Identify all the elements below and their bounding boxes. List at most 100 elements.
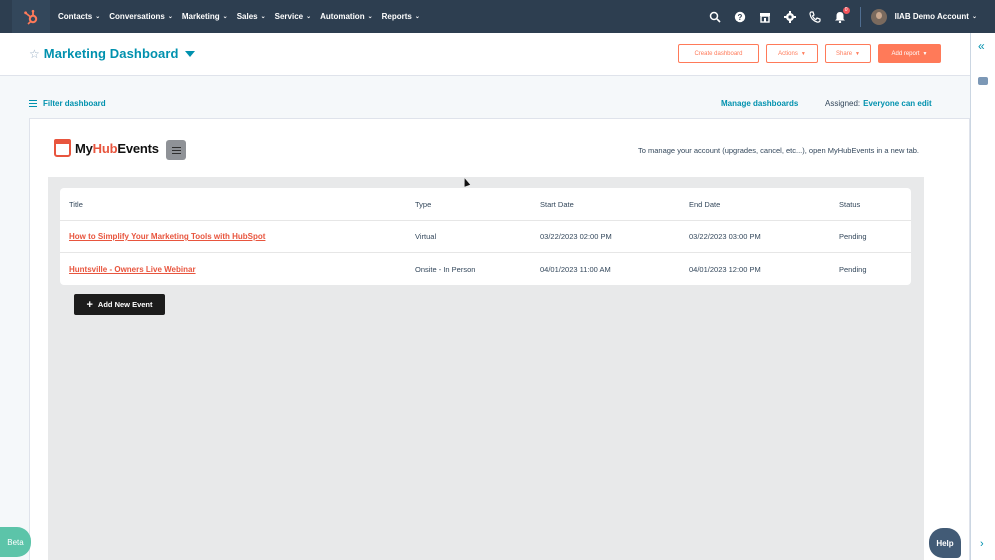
actions-label: Actions bbox=[778, 50, 798, 57]
events-table: Title Type Start Date End Date Status Ho… bbox=[60, 188, 911, 285]
event-status-cell: Pending bbox=[839, 264, 867, 274]
logo-hub: Hub bbox=[92, 140, 118, 156]
beta-button[interactable]: Beta bbox=[0, 527, 31, 557]
manage-dashboards-link[interactable]: Manage dashboards bbox=[721, 99, 798, 108]
assigned-label: Assigned: bbox=[825, 99, 861, 108]
help-icon[interactable]: ? bbox=[732, 9, 748, 25]
nav-marketing-label: Marketing bbox=[181, 12, 220, 21]
actions-button[interactable]: Actions ▼ bbox=[766, 44, 818, 63]
event-status-cell: Pending bbox=[839, 232, 867, 241]
nav-reports-label: Reports bbox=[381, 12, 412, 21]
add-new-event-label: Add New Event bbox=[97, 300, 153, 309]
user-avatar[interactable] bbox=[870, 8, 887, 25]
nav-sales-label: Sales bbox=[236, 12, 258, 21]
assigned-info: Assigned: Everyone can edit bbox=[825, 99, 932, 108]
dashboard-selector-caret-icon[interactable] bbox=[184, 50, 195, 57]
myhubevents-logo: MyHubEvents bbox=[54, 139, 159, 157]
assigned-value-link[interactable]: Everyone can edit bbox=[863, 99, 931, 108]
column-header-end-date[interactable]: End Date bbox=[689, 200, 839, 209]
event-title-cell: Huntsville - Owners Live Webinar bbox=[60, 265, 415, 274]
chevron-down-icon: ⌄ bbox=[222, 14, 228, 20]
manage-account-note: To manage your account (upgrades, cancel… bbox=[638, 146, 919, 155]
chevron-down-icon: ⌄ bbox=[971, 14, 977, 20]
chevron-right-icon[interactable]: › bbox=[980, 538, 984, 550]
column-header-status[interactable]: Status bbox=[839, 200, 911, 209]
nav-service-label: Service bbox=[274, 12, 304, 21]
nav-marketing[interactable]: Marketing ⌄ bbox=[182, 12, 228, 21]
event-type-cell: Virtual bbox=[415, 232, 437, 241]
nav-sales[interactable]: Sales ⌄ bbox=[237, 12, 266, 21]
caret-down-icon: ▼ bbox=[855, 50, 860, 57]
myhubevents-logo-text: MyHubEvents bbox=[75, 141, 159, 156]
event-type-cell: Onsite - In Person bbox=[415, 264, 476, 274]
event-title-cell: How to Simplify Your Marketing Tools wit… bbox=[60, 232, 415, 241]
nav-service[interactable]: Service ⌄ bbox=[275, 12, 312, 21]
nav-conversations[interactable]: Conversations ⌄ bbox=[109, 12, 173, 21]
svg-text:?: ? bbox=[737, 13, 742, 22]
nav-divider bbox=[859, 6, 861, 27]
myhubevents-card: MyHubEvents To manage your account (upgr… bbox=[29, 118, 970, 560]
nav-contacts[interactable]: Contacts ⌄ bbox=[58, 12, 100, 21]
caret-down-icon: ▼ bbox=[800, 50, 806, 57]
events-panel: Title Type Start Date End Date Status Ho… bbox=[48, 177, 924, 560]
filter-icon bbox=[29, 100, 37, 107]
share-button[interactable]: Share ▼ bbox=[825, 44, 871, 63]
nav-automation[interactable]: Automation ⌄ bbox=[320, 12, 372, 21]
dashboard-header: ☆ Marketing Dashboard Create dashboard A… bbox=[0, 33, 970, 76]
plus-icon: + bbox=[86, 298, 93, 311]
share-label: Share bbox=[836, 50, 853, 57]
account-menu[interactable]: IIAB Demo Account ⌄ bbox=[895, 12, 977, 21]
notification-count-badge: 0 bbox=[841, 5, 851, 15]
page-title[interactable]: Marketing Dashboard bbox=[44, 46, 179, 61]
top-navigation-bar: Contacts ⌄ Conversations ⌄ Marketing ⌄ Sale… bbox=[0, 0, 995, 33]
settings-icon[interactable] bbox=[782, 9, 798, 25]
account-name: IIAB Demo Account bbox=[894, 12, 969, 21]
create-dashboard-button[interactable]: Create dashboard bbox=[678, 44, 759, 63]
event-end-cell: 03/22/2023 03:00 PM bbox=[689, 232, 761, 241]
nav-utilities: ? 0 IIAB Demo Account ⌄ bbox=[698, 0, 977, 33]
chevron-down-icon: ⌄ bbox=[260, 14, 266, 20]
column-header-title[interactable]: Title bbox=[60, 200, 415, 209]
chevron-down-icon: ⌄ bbox=[367, 14, 373, 20]
add-new-event-button[interactable]: + Add New Event bbox=[74, 294, 165, 315]
hubspot-logo-icon[interactable] bbox=[12, 0, 50, 33]
chevron-down-icon: ⌄ bbox=[167, 14, 173, 20]
chevron-down-icon: ⌄ bbox=[414, 14, 420, 20]
filter-dashboard-button[interactable]: Filter dashboard bbox=[29, 99, 106, 108]
collapse-sidebar-icon[interactable]: « bbox=[978, 39, 985, 53]
nav-conversations-label: Conversations bbox=[109, 12, 165, 21]
event-title-link[interactable]: How to Simplify Your Marketing Tools wit… bbox=[69, 232, 265, 241]
search-icon[interactable] bbox=[707, 9, 723, 25]
marketplace-icon[interactable] bbox=[757, 9, 773, 25]
event-title-link[interactable]: Huntsville - Owners Live Webinar bbox=[69, 265, 196, 274]
calendar-icon bbox=[54, 139, 71, 157]
add-report-label: Add report bbox=[891, 50, 920, 57]
logo-prefix: My bbox=[75, 140, 93, 156]
dashboard-title-group: ☆ Marketing Dashboard bbox=[29, 46, 195, 61]
table-row: Huntsville - Owners Live Webinar Onsite … bbox=[60, 253, 911, 285]
nav-contacts-label: Contacts bbox=[58, 12, 93, 21]
nav-reports[interactable]: Reports ⌄ bbox=[382, 12, 420, 21]
logo-suffix: Events bbox=[117, 140, 159, 156]
event-start-cell: 04/01/2023 11:00 AM bbox=[540, 264, 611, 274]
chevron-down-icon: ⌄ bbox=[95, 14, 101, 20]
table-header-row: Title Type Start Date End Date Status bbox=[60, 188, 911, 221]
right-sidebar: « › bbox=[970, 33, 995, 560]
column-header-type[interactable]: Type bbox=[415, 200, 540, 209]
notifications-icon[interactable]: 0 bbox=[832, 5, 851, 25]
event-end-cell: 04/01/2023 12:00 PM bbox=[689, 264, 761, 274]
event-start-cell: 03/22/2023 02:00 PM bbox=[540, 232, 612, 241]
calling-icon[interactable] bbox=[807, 9, 823, 25]
hamburger-menu-icon[interactable] bbox=[166, 140, 186, 160]
create-dashboard-label: Create dashboard bbox=[694, 50, 743, 57]
column-header-start-date[interactable]: Start Date bbox=[540, 200, 689, 209]
main-nav-menu: Contacts ⌄ Conversations ⌄ Marketing ⌄ Sale… bbox=[58, 12, 429, 21]
nav-automation-label: Automation bbox=[320, 12, 365, 21]
filter-dashboard-label: Filter dashboard bbox=[43, 99, 106, 108]
table-row: How to Simplify Your Marketing Tools wit… bbox=[60, 221, 911, 253]
filter-row: Filter dashboard Manage dashboards Assig… bbox=[0, 76, 970, 116]
help-button[interactable]: Help bbox=[929, 528, 961, 558]
chat-icon[interactable] bbox=[978, 77, 988, 85]
add-report-button[interactable]: Add report ▼ bbox=[878, 44, 941, 63]
favorite-star-icon[interactable]: ☆ bbox=[29, 47, 40, 61]
